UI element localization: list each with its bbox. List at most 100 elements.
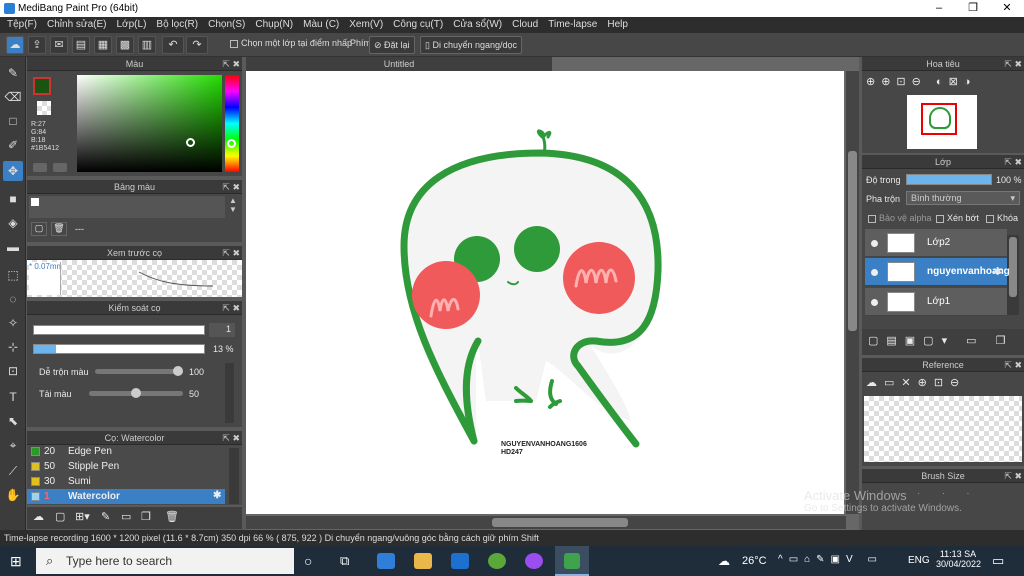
panel-close-icon[interactable]: ⇱ ✖ bbox=[222, 180, 240, 194]
menu-view[interactable]: Xem(V) bbox=[344, 17, 388, 33]
redo-icon[interactable]: ↷ bbox=[186, 36, 208, 54]
menu-window[interactable]: Cửa sổ(W) bbox=[448, 17, 507, 33]
horizontal-scrollbar[interactable] bbox=[246, 516, 846, 529]
divide-tool-icon[interactable]: ⟋ bbox=[3, 461, 23, 481]
operation-tool-icon[interactable]: ⬉ bbox=[3, 411, 23, 431]
brush-item-edge-pen[interactable]: 20 Edge Pen bbox=[27, 444, 238, 459]
select-eraser-tool-icon[interactable]: ⊡ bbox=[3, 361, 23, 381]
task-view-icon[interactable]: ⧉ bbox=[340, 553, 349, 569]
brush-list-scrollbar[interactable] bbox=[229, 448, 239, 504]
cortana-icon[interactable]: ○ bbox=[304, 553, 312, 569]
messenger-icon[interactable] bbox=[525, 553, 543, 569]
trash-icon[interactable]: 🗑 bbox=[165, 510, 179, 523]
add-brush-icon[interactable]: ⊞▾ bbox=[75, 510, 90, 523]
move-hv-button[interactable]: ▯ Di chuyển ngang/dọc bbox=[420, 36, 523, 54]
layer-row[interactable]: nguyenvanhoang ✱ bbox=[865, 258, 1010, 286]
menu-color[interactable]: Màu (C) bbox=[298, 17, 344, 33]
color-wheel-button[interactable] bbox=[53, 163, 67, 172]
brush-tool-icon[interactable]: ✎ bbox=[3, 63, 23, 83]
medibang-taskbar-button[interactable] bbox=[555, 546, 589, 576]
layer-actions-icons[interactable]: ▢▤▣▢▾ ▭ ❐ bbox=[868, 334, 1013, 347]
cloud-icon[interactable]: ☁ bbox=[6, 36, 24, 54]
brush-item-watercolor[interactable]: 1 Watercolor ✱ bbox=[27, 489, 225, 504]
lock-checkbox[interactable]: Khóa bbox=[986, 213, 1018, 223]
brush-size-value[interactable]: 1 bbox=[209, 323, 235, 337]
select-layer-checkbox[interactable]: Chọn một lớp tại điểm nhấp bbox=[230, 38, 352, 48]
undo-icon[interactable]: ↶ bbox=[162, 36, 184, 54]
checkbox-box[interactable] bbox=[936, 214, 944, 223]
app-icon[interactable] bbox=[488, 553, 506, 569]
menu-help[interactable]: Help bbox=[602, 17, 633, 33]
menu-file[interactable]: Tệp(F) bbox=[2, 17, 42, 33]
hand-tool-icon[interactable]: ✋ bbox=[3, 485, 23, 505]
checkbox-box[interactable] bbox=[986, 214, 994, 223]
language-indicator[interactable]: ENG bbox=[908, 555, 930, 566]
blend-mode-select[interactable]: Bình thường ▾ bbox=[906, 191, 1020, 205]
color-picker-cursor[interactable] bbox=[186, 138, 195, 147]
file-explorer-icon[interactable] bbox=[414, 553, 432, 569]
main-color-swatch[interactable] bbox=[33, 77, 51, 95]
notification-icon[interactable]: ▭ bbox=[992, 553, 1004, 569]
brush-control-scrollbar[interactable] bbox=[225, 363, 234, 423]
hue-slider-cursor[interactable] bbox=[227, 139, 236, 148]
panel-close-icon[interactable]: ⇱ ✖ bbox=[1004, 469, 1022, 483]
text-tool-icon[interactable]: T bbox=[3, 387, 23, 407]
copy-brush-icon[interactable]: ❐ bbox=[141, 510, 151, 523]
close-button[interactable]: ✕ bbox=[990, 0, 1024, 17]
cloud-download-icon[interactable]: ☁ bbox=[33, 510, 44, 523]
sub-color-swatch[interactable] bbox=[37, 101, 51, 115]
system-tray-icons[interactable]: ^▭⌂✎▣V ▭ bbox=[778, 554, 883, 565]
maximize-button[interactable]: ❐ bbox=[956, 0, 990, 17]
load-slider[interactable] bbox=[89, 388, 183, 398]
menu-filter[interactable]: Bộ lọc(R) bbox=[151, 17, 203, 33]
windows-start-icon[interactable]: ⊞ bbox=[10, 553, 26, 569]
panel-close-icon[interactable]: ⇱ ✖ bbox=[222, 246, 240, 260]
palette-swatch[interactable] bbox=[31, 198, 39, 206]
brush-opacity-slider[interactable] bbox=[33, 344, 205, 354]
brush-item-stipple-pen[interactable]: 50 Stipple Pen bbox=[27, 459, 238, 474]
checkbox-box[interactable] bbox=[868, 214, 876, 223]
panel-icon[interactable]: ▥ bbox=[138, 36, 156, 54]
navigator-thumbnail[interactable] bbox=[907, 95, 977, 149]
document-tab[interactable]: Untitled bbox=[246, 57, 552, 71]
horizontal-scroll-thumb[interactable] bbox=[492, 518, 628, 527]
drawing-canvas[interactable]: NGUYENVANHOANG1606 HD247 bbox=[246, 71, 844, 514]
panel-close-icon[interactable]: ⇱ ✖ bbox=[222, 301, 240, 315]
eye-icon[interactable] bbox=[871, 269, 878, 276]
menu-edit[interactable]: Chỉnh sửa(E) bbox=[42, 17, 112, 33]
palette-scroll-icon[interactable]: ▲ ▼ bbox=[229, 196, 237, 214]
store-icon[interactable] bbox=[377, 553, 395, 569]
page-icon[interactable]: ▤ bbox=[72, 36, 90, 54]
color-mode-button[interactable] bbox=[33, 163, 47, 172]
edge-icon[interactable] bbox=[451, 553, 469, 569]
eye-icon[interactable] bbox=[871, 299, 878, 306]
vertical-scrollbar[interactable] bbox=[846, 71, 859, 514]
share-icon[interactable]: ⇪ bbox=[28, 36, 46, 54]
layer-row[interactable]: Lớp2 bbox=[865, 229, 1007, 257]
menu-tools[interactable]: Công cụ(T) bbox=[388, 17, 448, 33]
blend-slider[interactable] bbox=[95, 366, 183, 376]
eye-icon[interactable] bbox=[871, 240, 878, 247]
add-palette-icon[interactable]: ▢ bbox=[31, 222, 47, 236]
checkbox-box[interactable] bbox=[230, 39, 238, 48]
clipping-checkbox[interactable]: Xén bớt bbox=[936, 213, 979, 223]
panel-close-icon[interactable]: ⇱ ✖ bbox=[1004, 57, 1022, 71]
brush-item-sumi[interactable]: 30 Sumi bbox=[27, 474, 238, 489]
lasso-tool-icon[interactable]: ◌ bbox=[3, 289, 23, 309]
edit-brush-icon[interactable]: ✎ bbox=[101, 510, 110, 523]
blend-slider-knob[interactable] bbox=[173, 366, 183, 376]
menu-layer[interactable]: Lớp(L) bbox=[112, 17, 152, 33]
panel-close-icon[interactable]: ⇱ ✖ bbox=[1004, 155, 1022, 169]
eyedropper-tool-icon[interactable]: ⌖ bbox=[3, 435, 23, 455]
gradient-tool-icon[interactable]: ▬ bbox=[3, 237, 23, 257]
grid-icon[interactable]: ▩ bbox=[116, 36, 134, 54]
panel-close-icon[interactable]: ⇱ ✖ bbox=[1004, 358, 1022, 372]
layer-opacity-slider[interactable] bbox=[906, 174, 992, 185]
comment-icon[interactable]: ✉ bbox=[50, 36, 68, 54]
bucket-tool-icon[interactable]: ◈ bbox=[3, 213, 23, 233]
layer-row[interactable]: Lớp1 bbox=[865, 288, 1007, 316]
minimize-button[interactable]: – bbox=[922, 0, 956, 17]
menu-timelapse[interactable]: Time-lapse bbox=[543, 17, 602, 33]
clock[interactable]: 11:13 SA 30/04/2022 bbox=[936, 549, 981, 569]
menu-snap[interactable]: Chụp(N) bbox=[250, 17, 298, 33]
